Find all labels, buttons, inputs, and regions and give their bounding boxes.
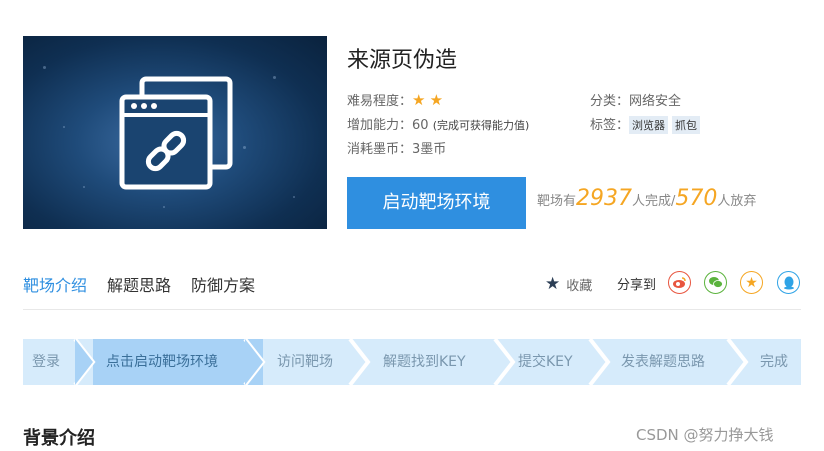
abandoned-count: 570: [675, 186, 718, 211]
tab-intro[interactable]: 靶场介绍: [23, 272, 87, 296]
wechat-icon[interactable]: [704, 271, 727, 294]
step-complete: 完成: [760, 354, 788, 370]
stats-prefix: 靶场有: [537, 194, 577, 209]
category-label: 分类：: [590, 94, 630, 109]
divider: [23, 309, 801, 310]
category-value: 网络安全: [629, 94, 682, 109]
difficulty-label: 难易程度：: [347, 94, 413, 109]
qzone-icon[interactable]: ★: [740, 271, 763, 294]
tab-defense-plan[interactable]: 防御方案: [191, 272, 255, 296]
watermark: CSDN @努力挣大钱: [636, 426, 774, 444]
section-title: 背景介绍: [23, 428, 95, 449]
cost-label: 消耗墨币：: [347, 142, 413, 157]
ability-note: (完成可获得能力值): [432, 119, 530, 132]
tab-solution-ideas[interactable]: 解题思路: [107, 272, 171, 296]
content-tabs: 靶场介绍 解题思路 防御方案: [23, 272, 255, 296]
range-cover-image: [23, 36, 327, 229]
range-title: 来源页伪造: [347, 48, 458, 73]
browser-link-icon: [119, 76, 233, 190]
star-icon: ★: [412, 91, 426, 109]
ability-value: 60: [412, 118, 429, 133]
step-submit-key: 提交KEY: [518, 354, 573, 370]
cost-row: 消耗墨币：3墨币: [347, 138, 446, 157]
abandoned-suffix: 人放弃: [717, 194, 757, 209]
tag-capture[interactable]: 抓包: [672, 116, 701, 134]
star-icon: ★: [429, 91, 444, 109]
step-publish-solution: 发表解题思路: [621, 354, 705, 370]
weibo-icon[interactable]: [668, 271, 691, 294]
cost-value: 3墨币: [412, 142, 447, 157]
difficulty-row: 难易程度：★ ★: [347, 90, 443, 109]
range-stats: 靶场有2937人完成/570人放弃: [537, 186, 756, 211]
completed-count: 2937: [576, 186, 633, 211]
qq-icon[interactable]: [777, 271, 800, 294]
step-start-range: 点击启动靶场环境: [106, 354, 218, 370]
step-find-key: 解题找到KEY: [383, 354, 466, 370]
star-icon: ★: [545, 274, 561, 294]
completed-suffix: 人完成/: [632, 194, 676, 209]
ability-label: 增加能力：: [347, 118, 413, 133]
tags-row: 标签： 浏览器 抓包: [590, 114, 704, 134]
tag-browser[interactable]: 浏览器: [629, 116, 669, 134]
progress-steps: 登录 点击启动靶场环境 访问靶场 解题找到KEY 提交KEY 发表解题思路 完成: [23, 339, 801, 385]
favorite-button[interactable]: ★ 收藏: [545, 274, 592, 294]
start-range-button[interactable]: 启动靶场环境: [347, 177, 526, 229]
ability-row: 增加能力：60 (完成可获得能力值): [347, 114, 529, 133]
favorite-label: 收藏: [566, 278, 593, 294]
category-row: 分类：网络安全: [590, 90, 681, 109]
step-login: 登录: [32, 354, 60, 370]
share-label: 分享到: [617, 278, 657, 293]
step-visit-range: 访问靶场: [277, 354, 333, 370]
tags-label: 标签：: [590, 118, 630, 133]
